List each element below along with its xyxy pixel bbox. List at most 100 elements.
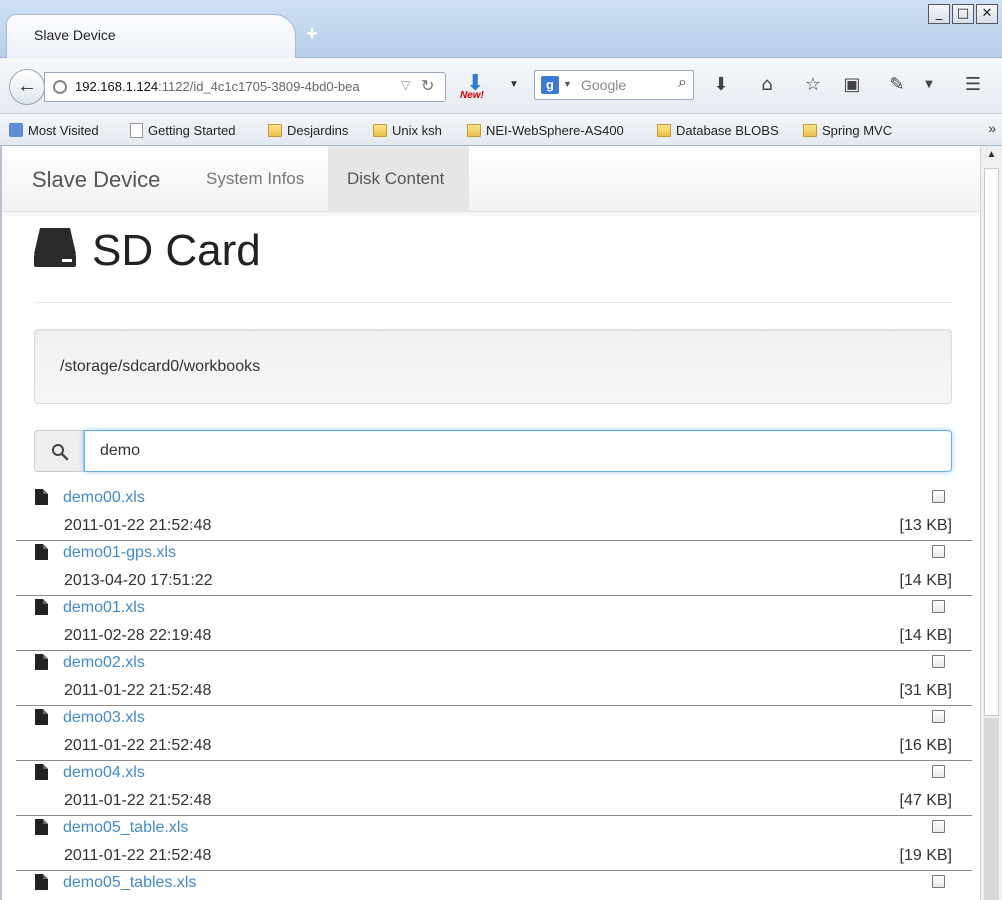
bookmark-label: NEI-WebSphere-AS400: [486, 122, 624, 138]
file-link[interactable]: demo00.xls: [63, 489, 145, 507]
folder-icon: [268, 123, 282, 137]
address-bar[interactable]: 192.168.1.124:1122/id_4c1c1705-3809-4bd0…: [44, 72, 446, 102]
addon-icon[interactable]: ✎: [884, 72, 910, 98]
folder-icon: [467, 123, 481, 137]
bookmarks-bar: Most Visited Getting Started Desjardins …: [0, 114, 1002, 146]
scroll-up-icon[interactable]: ▲: [984, 149, 999, 164]
scrollbar-track[interactable]: [984, 718, 999, 900]
file-size: [19 KB]: [899, 847, 952, 864]
file-checkbox[interactable]: [932, 710, 945, 723]
file-date: 2011-01-22 21:52:48: [64, 792, 212, 809]
current-path: /storage/sdcard0/workbooks: [60, 358, 261, 375]
page-icon: [130, 122, 143, 138]
page-title: SD Card: [92, 226, 261, 275]
folder-icon: [373, 123, 387, 137]
filter-input[interactable]: [84, 430, 952, 472]
menu-icon[interactable]: ☰: [960, 72, 986, 98]
tab-disk-content[interactable]: Disk Content: [347, 169, 444, 189]
bookmark-desjardins[interactable]: Desjardins: [268, 121, 348, 139]
globe-icon: [53, 80, 67, 94]
file-link[interactable]: demo01-gps.xls: [63, 544, 176, 562]
file-icon: [35, 709, 48, 725]
tab-system-infos[interactable]: System Infos: [206, 169, 304, 189]
file-checkbox[interactable]: [932, 875, 945, 888]
file-checkbox[interactable]: [932, 490, 945, 503]
file-size: [16 KB]: [899, 737, 952, 754]
app-navbar: Slave Device System Infos Disk Content: [2, 146, 980, 212]
url-dropdown-icon[interactable]: ▽: [401, 78, 410, 92]
bookmark-most-visited[interactable]: Most Visited: [9, 121, 99, 139]
browser-tab[interactable]: Slave Device: [6, 14, 296, 58]
addon-dropdown-icon[interactable]: ▼: [916, 72, 942, 98]
file-date: 2013-04-20 17:51:22: [64, 572, 213, 589]
bookmark-label: Getting Started: [148, 122, 236, 138]
file-date: 2011-01-22 21:52:48: [64, 847, 212, 864]
bookmark-nei-websphere[interactable]: NEI-WebSphere-AS400: [467, 121, 624, 139]
back-arrow-icon: ←: [17, 75, 37, 97]
engine-dropdown-icon[interactable]: ▼: [563, 79, 572, 89]
chevron-down-icon[interactable]: ▼: [509, 79, 519, 90]
search-icon: [52, 444, 69, 461]
search-engine-box[interactable]: g ▼ Google ⌕: [534, 70, 694, 100]
file-checkbox[interactable]: [932, 765, 945, 778]
bookmark-unix-ksh[interactable]: Unix ksh: [373, 121, 442, 139]
file-size: [14 KB]: [899, 572, 952, 589]
reload-icon[interactable]: ↻: [421, 76, 434, 96]
file-link[interactable]: demo03.xls: [63, 709, 145, 727]
file-link[interactable]: demo02.xls: [63, 654, 145, 672]
file-link[interactable]: demo05_table.xls: [63, 819, 188, 837]
close-button[interactable]: ✕: [976, 4, 998, 24]
url-host: 192.168.1.124: [75, 79, 159, 94]
file-link[interactable]: demo04.xls: [63, 764, 145, 782]
star-icon[interactable]: ☆: [800, 72, 826, 98]
page-viewport: Slave Device System Infos Disk Content S…: [0, 146, 980, 900]
file-link[interactable]: demo01.xls: [63, 599, 145, 617]
file-checkbox[interactable]: [932, 655, 945, 668]
tab-title: Slave Device: [34, 27, 116, 43]
file-date: 2011-01-22 21:52:48: [64, 737, 212, 754]
bookmarks-overflow-icon[interactable]: »: [988, 120, 996, 136]
file-row: demo01.xls 2011-02-28 22:19:48 [14 KB]: [2, 596, 980, 651]
file-row: demo05_table.xls 2011-01-22 21:52:48 [19 K…: [2, 816, 980, 871]
new-tab-button[interactable]: +: [302, 24, 322, 44]
file-row: demo03.xls 2011-01-22 21:52:48 [16 KB]: [2, 706, 980, 761]
page-scrollbar[interactable]: ▲: [980, 146, 1002, 900]
search-placeholder: Google: [581, 77, 627, 93]
file-size: [31 KB]: [899, 682, 952, 699]
file-checkbox[interactable]: [932, 820, 945, 833]
file-icon: [35, 819, 48, 835]
file-row: demo01-gps.xls 2013-04-20 17:51:22 [14 KB]: [2, 541, 980, 596]
scrollbar-thumb[interactable]: [984, 168, 999, 716]
file-icon: [35, 489, 48, 505]
bookmark-database-blobs[interactable]: Database BLOBS: [657, 121, 779, 139]
bookmark-label: Unix ksh: [392, 122, 442, 138]
bookmark-label: Database BLOBS: [676, 122, 779, 138]
file-size: [47 KB]: [899, 792, 952, 809]
app-brand[interactable]: Slave Device: [32, 167, 160, 193]
file-icon: [35, 654, 48, 670]
bookmark-getting-started[interactable]: Getting Started: [130, 121, 235, 139]
google-logo-icon: g: [541, 76, 559, 94]
clipboard-icon[interactable]: ▣: [839, 72, 865, 98]
header-divider: [34, 302, 952, 303]
back-button[interactable]: ←: [9, 69, 45, 105]
file-row: demo00.xls 2011-01-22 21:52:48 [13 KB]: [2, 486, 980, 541]
maximize-button[interactable]: □: [952, 4, 974, 24]
browser-navbar: ← 192.168.1.124:1122/id_4c1c1705-3809-4b…: [0, 58, 1002, 114]
home-icon[interactable]: ⌂: [754, 72, 780, 98]
file-date: 2011-01-22 21:52:48: [64, 517, 212, 534]
filter-group: [34, 430, 952, 472]
path-well: /storage/sdcard0/workbooks: [34, 329, 952, 404]
file-link[interactable]: demo05_tables.xls: [63, 874, 196, 892]
file-checkbox[interactable]: [932, 600, 945, 613]
file-size: [14 KB]: [899, 627, 952, 644]
download-button[interactable]: ⬇ New!: [458, 70, 494, 104]
downloads-icon[interactable]: ⬇: [708, 72, 734, 98]
minimize-button[interactable]: _: [928, 4, 950, 24]
file-checkbox[interactable]: [932, 545, 945, 558]
bookmark-spring-mvc[interactable]: Spring MVC: [803, 121, 892, 139]
url-text: 192.168.1.124:1122/id_4c1c1705-3809-4bd0…: [75, 79, 395, 94]
file-list: demo00.xls 2011-01-22 21:52:48 [13 KB] demo…: [2, 486, 980, 900]
search-icon[interactable]: ⌕: [678, 74, 687, 92]
window-controls: _ □ ✕: [928, 4, 998, 24]
